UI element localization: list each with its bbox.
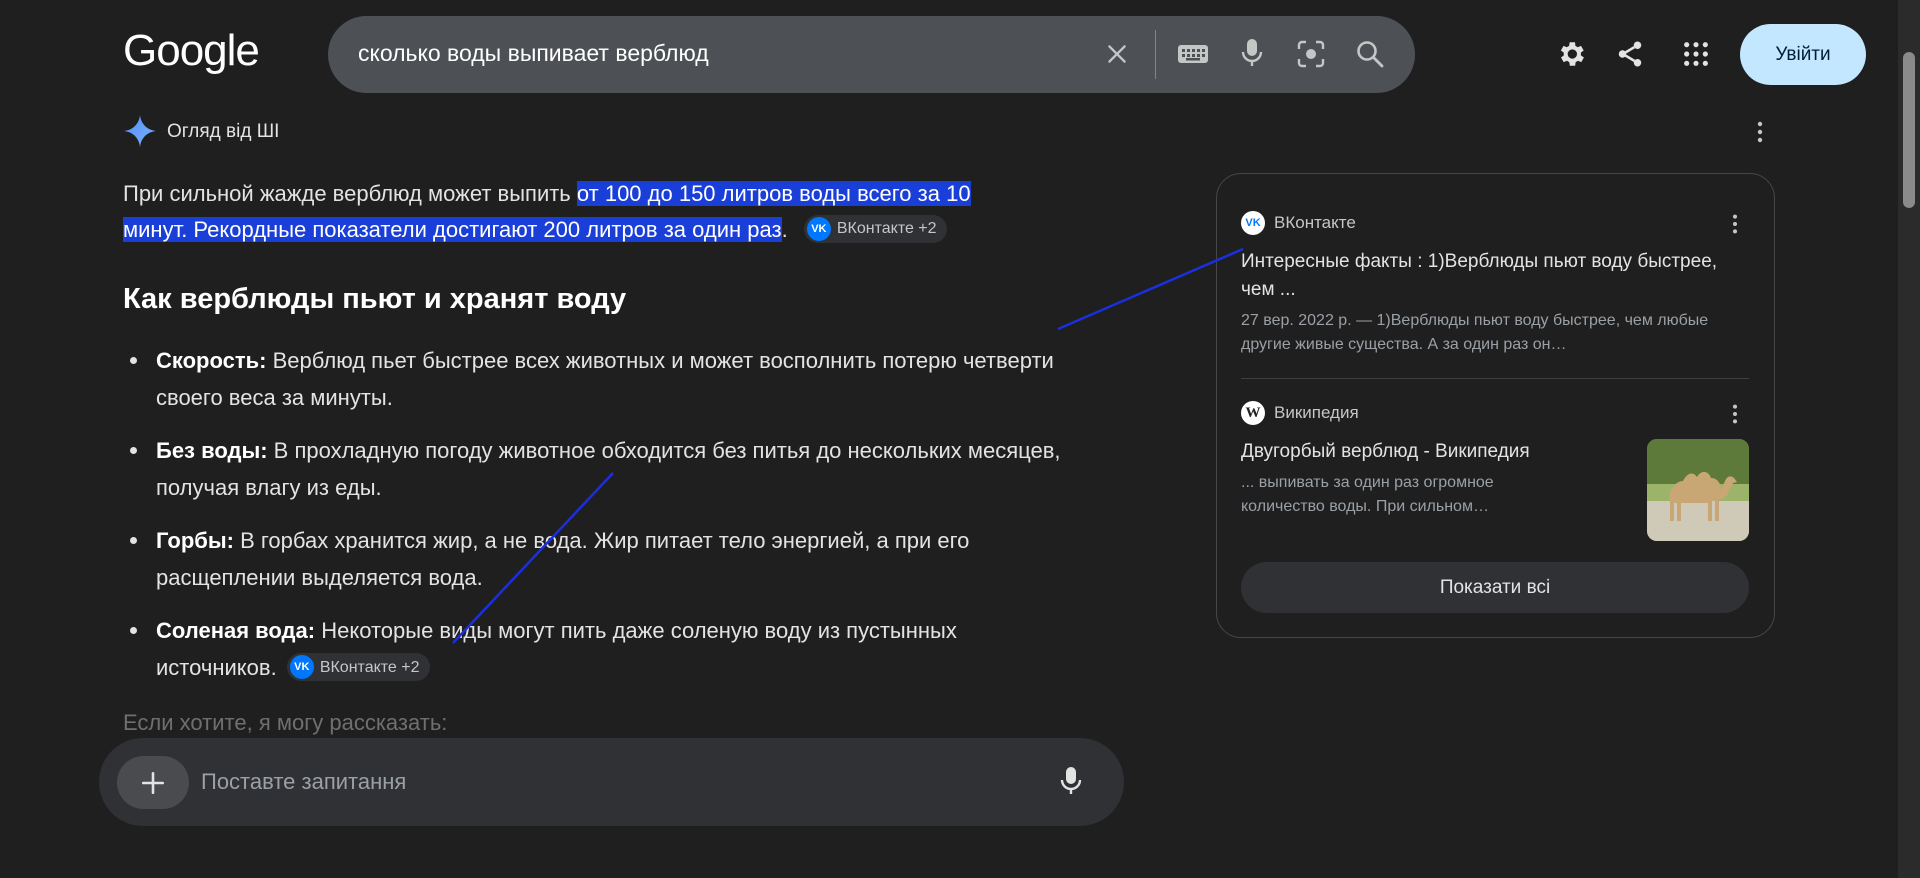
list-item: Соленая вода: Некоторые виды могут пить … xyxy=(123,612,1076,686)
microphone-icon[interactable] xyxy=(1055,765,1087,797)
vk-logo-icon: VK xyxy=(289,655,314,680)
search-divider xyxy=(1155,30,1156,79)
source-chip-label: ВКонтакте +2 xyxy=(319,658,420,676)
source-site[interactable]: W Википедия xyxy=(1241,401,1359,425)
source-title[interactable]: Двугорбый верблюд - Википедия xyxy=(1241,438,1631,466)
add-attachment-button[interactable] xyxy=(117,756,189,809)
settings-gear-icon[interactable] xyxy=(1555,38,1587,70)
sign-in-button[interactable]: Увійти xyxy=(1740,24,1866,85)
list-item: Скорость: Верблюд пьет быстрее всех живо… xyxy=(123,342,1076,416)
microphone-icon[interactable] xyxy=(1236,37,1268,69)
source-chip[interactable]: VK ВКонтакте +2 xyxy=(803,215,947,244)
share-icon[interactable] xyxy=(1614,38,1646,70)
source-site-name: ВКонтакте xyxy=(1274,213,1356,232)
ask-input-placeholder[interactable]: Поставте запитання xyxy=(201,769,406,795)
lens-camera-icon[interactable] xyxy=(1295,38,1327,70)
highlighted-text: от 100 до 150 литров воды всего за 10 xyxy=(576,181,971,206)
source-site[interactable]: VK ВКонтакте xyxy=(1241,211,1356,235)
show-all-sources-button[interactable]: Показати всі xyxy=(1241,562,1749,613)
source-title[interactable]: Интересные факты : 1)Верблюды пьют воду … xyxy=(1241,248,1741,304)
facts-list: Скорость: Верблюд пьет быстрее всех живо… xyxy=(123,342,1083,702)
search-query-text[interactable]: сколько воды выпивает верблюд xyxy=(358,40,709,67)
search-icon[interactable] xyxy=(1354,38,1386,70)
list-item-term: Горбы: xyxy=(156,528,234,553)
source-site-name: Википедия xyxy=(1274,403,1359,422)
ai-sparkle-icon xyxy=(123,114,157,148)
sources-divider xyxy=(1241,378,1749,379)
google-logo[interactable]: Google xyxy=(123,26,260,76)
answer-text-end: . xyxy=(781,217,788,242)
section-heading: Как верблюды пьют и хранят воду xyxy=(123,283,627,315)
source-chip[interactable]: VK ВКонтакте +2 xyxy=(286,653,430,682)
wikipedia-logo-icon: W xyxy=(1241,401,1265,425)
plus-icon xyxy=(141,771,165,794)
list-item: Без воды: В прохладную погоду животное о… xyxy=(123,432,1076,506)
faded-followup-text: Если хотите, я могу рассказать: xyxy=(123,710,448,735)
list-item-text: В горбах хранится жир, а не вода. Жир пи… xyxy=(156,528,970,590)
clear-icon[interactable] xyxy=(1101,38,1133,70)
vk-logo-icon: VK xyxy=(806,217,831,242)
list-item: Горбы: В горбах хранится жир, а не вода.… xyxy=(123,522,1076,596)
source-snippet: ... выпивать за один раз огромное количе… xyxy=(1241,474,1494,515)
list-item-text: В прохладную погоду животное обходится б… xyxy=(156,438,1061,500)
source-chip-label: ВКонтакте +2 xyxy=(836,220,937,238)
list-item-term: Скорость: xyxy=(156,348,267,373)
keyboard-icon[interactable] xyxy=(1176,38,1210,70)
highlighted-text: минут. Рекордные показатели достигают 20… xyxy=(123,217,782,242)
list-item-text: Верблюд пьет быстрее всех животных и мож… xyxy=(156,348,1054,410)
source-more-icon[interactable] xyxy=(1729,213,1741,235)
vk-logo-icon: VK xyxy=(1241,211,1265,235)
source-more-icon[interactable] xyxy=(1729,403,1741,425)
source-snippet: 27 вер. 2022 р. — 1)Верблюды пьют воду б… xyxy=(1241,312,1709,353)
list-item-term: Без воды: xyxy=(156,438,268,463)
camel-thumbnail[interactable] xyxy=(1647,439,1749,541)
list-item-term: Соленая вода: xyxy=(156,618,316,643)
ai-overview-label: Огляд від ШІ xyxy=(167,121,280,142)
scrollbar-thumb[interactable] xyxy=(1903,52,1915,208)
ai-answer-paragraph: При сильной жажде верблюд может выпить о… xyxy=(123,176,1063,248)
answer-text: При сильной жажде верблюд может выпить xyxy=(123,181,577,206)
apps-grid-icon[interactable] xyxy=(1680,38,1712,70)
more-options-icon[interactable] xyxy=(1750,120,1770,144)
